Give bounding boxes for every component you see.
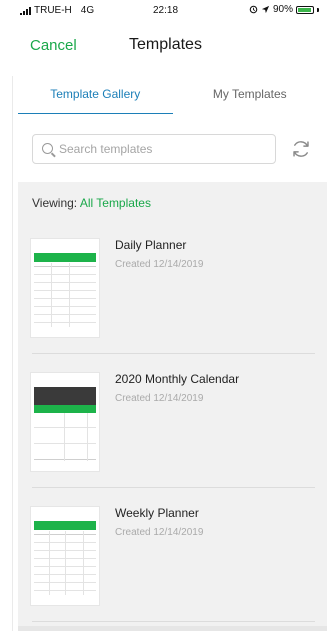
left-divider <box>12 76 13 631</box>
refresh-icon[interactable] <box>290 138 312 160</box>
template-item-monthly-calendar[interactable]: 2020 Monthly Calendar Created 12/14/2019 <box>18 362 327 488</box>
search-icon <box>42 143 53 154</box>
template-name: Weekly Planner <box>115 506 199 520</box>
status-right: 90% <box>249 4 319 15</box>
daily-planner-thumbnail <box>30 238 100 338</box>
alarm-icon <box>249 5 258 14</box>
template-gallery: Viewing: All Templates Daily Planner Cre… <box>18 182 327 631</box>
tab-template-gallery[interactable]: Template Gallery <box>18 76 173 115</box>
weekly-planner-thumbnail <box>30 506 100 606</box>
templates-screen: TRUE-H 4G 22:18 90% Cancel Templates Tem… <box>0 0 331 631</box>
all-templates-link[interactable]: All Templates <box>80 196 151 210</box>
tab-my-templates[interactable]: My Templates <box>173 76 328 114</box>
template-item-daily-planner[interactable]: Daily Planner Created 12/14/2019 <box>18 228 327 354</box>
item-divider <box>32 621 315 622</box>
item-divider <box>32 353 315 354</box>
search-box[interactable] <box>32 134 276 164</box>
template-name: Daily Planner <box>115 238 187 252</box>
template-created-date: Created 12/14/2019 <box>115 259 204 270</box>
template-name: 2020 Monthly Calendar <box>115 372 240 386</box>
monthly-calendar-thumbnail <box>30 372 100 472</box>
battery-icon <box>296 5 314 14</box>
search-input[interactable] <box>59 139 269 159</box>
template-created-date: Created 12/14/2019 <box>115 393 204 404</box>
bottom-edge <box>18 626 327 631</box>
search-row <box>18 114 327 182</box>
battery-percent: 90% <box>272 4 293 15</box>
battery-cap <box>317 7 319 12</box>
viewing-filter: Viewing: All Templates <box>32 196 151 210</box>
location-arrow-icon <box>261 5 270 14</box>
template-item-weekly-planner[interactable]: Weekly Planner Created 12/14/2019 <box>18 496 327 622</box>
status-bar: TRUE-H 4G 22:18 90% <box>0 0 331 22</box>
page-title: Templates <box>129 36 202 53</box>
tab-bar: Template Gallery My Templates <box>18 76 327 115</box>
template-created-date: Created 12/14/2019 <box>115 527 204 538</box>
nav-bar: Cancel Templates <box>0 28 331 68</box>
viewing-prefix: Viewing: <box>32 196 78 210</box>
item-divider <box>32 487 315 488</box>
